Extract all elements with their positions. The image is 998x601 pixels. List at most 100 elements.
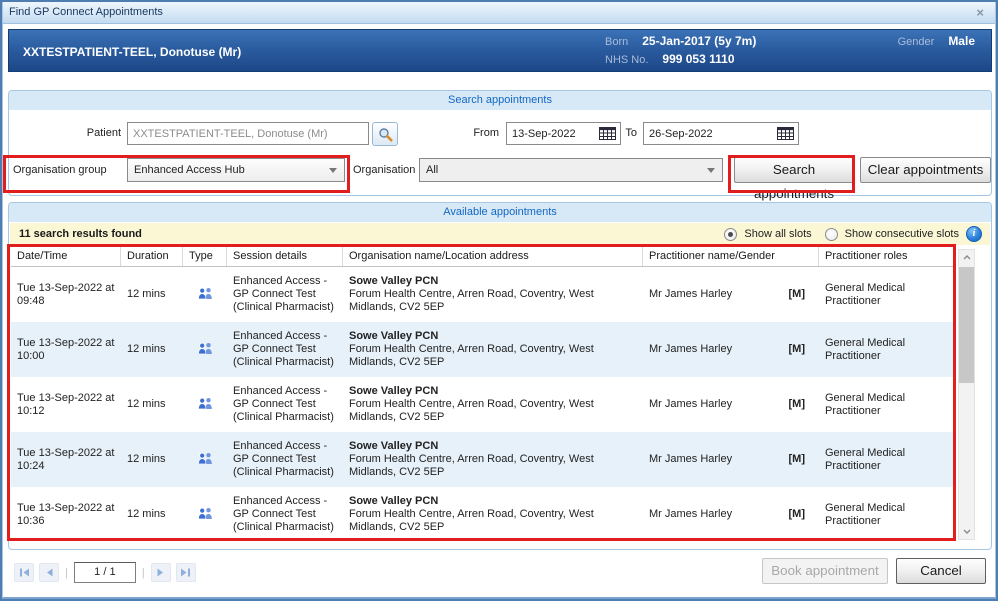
appointment-duration: 12 mins: [121, 508, 183, 521]
people-icon: [197, 287, 214, 299]
practitioner-gender: [M]: [789, 288, 814, 301]
practitioner-gender: [M]: [789, 343, 814, 356]
practitioner-name: Mr James Harley: [649, 453, 732, 466]
patient-name: XXTESTPATIENT-TEEL, Donotuse (Mr): [23, 45, 241, 59]
practitioner-gender: [M]: [789, 508, 814, 521]
page-number-box[interactable]: 1 / 1: [74, 562, 136, 583]
show-all-slots-label: Show all slots: [744, 228, 811, 240]
organisation-address: Forum Health Centre, Arren Road, Coventr…: [349, 398, 594, 423]
scroll-down-icon[interactable]: [959, 524, 974, 539]
table-header-row: Date/Time Duration Type Session details …: [11, 247, 955, 267]
from-date-value: 13-Sep-2022: [512, 128, 599, 140]
previous-page-icon: [44, 567, 55, 578]
appointment-duration: 12 mins: [121, 288, 183, 301]
practitioner-roles: General Medical Practitioner: [819, 447, 955, 473]
slot-type-cell: [183, 397, 227, 413]
organisation-group-label: Organisation group: [13, 158, 123, 182]
people-icon: [197, 397, 214, 409]
patient-input[interactable]: [127, 122, 369, 145]
born-label: Born: [605, 36, 628, 48]
last-page-icon: [180, 567, 191, 578]
session-details: Enhanced Access - GP Connect Test (Clini…: [227, 330, 343, 369]
table-row[interactable]: Tue 13-Sep-2022 at 10:24 12 mins Enhance…: [11, 432, 955, 487]
col-session-details: Session details: [227, 247, 343, 266]
dialog-find-gp-connect-appointments: Find GP Connect Appointments × XXTESTPAT…: [0, 0, 998, 601]
scrollbar-thumb[interactable]: [959, 267, 974, 383]
to-label: To: [609, 121, 637, 145]
practitioner-cell: Mr James Harley [M]: [643, 343, 819, 356]
close-icon[interactable]: ×: [976, 2, 984, 23]
to-date-field[interactable]: 26-Sep-2022: [643, 122, 799, 145]
table-row[interactable]: Tue 13-Sep-2022 at 10:36 12 mins Enhance…: [11, 487, 955, 542]
to-date-value: 26-Sep-2022: [649, 128, 777, 140]
practitioner-cell: Mr James Harley [M]: [643, 398, 819, 411]
session-details: Enhanced Access - GP Connect Test (Clini…: [227, 440, 343, 479]
patient-search-button[interactable]: [372, 122, 398, 146]
scroll-up-icon[interactable]: [959, 250, 974, 265]
show-all-slots-radio[interactable]: [724, 228, 737, 241]
from-date-field[interactable]: 13-Sep-2022: [506, 122, 621, 145]
patient-label: Patient: [9, 121, 121, 145]
appointment-datetime: Tue 13-Sep-2022 at 09:48: [11, 282, 121, 308]
practitioner-roles: General Medical Practitioner: [819, 337, 955, 363]
gender-value: Male: [948, 34, 975, 48]
col-practitioner: Practitioner name/Gender: [643, 247, 819, 266]
col-organisation: Organisation name/Location address: [343, 247, 643, 266]
slot-type-cell: [183, 342, 227, 358]
title-bar: Find GP Connect Appointments ×: [2, 2, 996, 24]
appointment-duration: 12 mins: [121, 453, 183, 466]
practitioner-roles: General Medical Practitioner: [819, 392, 955, 418]
info-icon[interactable]: i: [966, 226, 982, 242]
session-details: Enhanced Access - GP Connect Test (Clini…: [227, 385, 343, 424]
search-panel-title: Search appointments: [9, 91, 991, 110]
appointment-duration: 12 mins: [121, 398, 183, 411]
appointment-duration: 12 mins: [121, 343, 183, 356]
organisation-group-value: Enhanced Access Hub: [134, 164, 329, 176]
table-row[interactable]: Tue 13-Sep-2022 at 09:48 12 mins Enhance…: [11, 267, 955, 322]
pagination: | 1 / 1 |: [14, 562, 196, 583]
people-icon: [197, 507, 214, 519]
practitioner-cell: Mr James Harley [M]: [643, 288, 819, 301]
next-page-button[interactable]: [151, 563, 171, 582]
nhs-number-value: 999 053 1110: [662, 52, 734, 66]
organisation-cell: Sowe Valley PCN Forum Health Centre, Arr…: [343, 440, 643, 479]
practitioner-roles: General Medical Practitioner: [819, 502, 955, 528]
available-appointments-panel: Available appointments 11 search results…: [8, 202, 992, 550]
practitioner-name: Mr James Harley: [649, 398, 732, 411]
organisation-group-select[interactable]: Enhanced Access Hub: [127, 158, 345, 182]
practitioner-cell: Mr James Harley [M]: [643, 453, 819, 466]
people-icon: [197, 342, 214, 354]
organisation-cell: Sowe Valley PCN Forum Health Centre, Arr…: [343, 330, 643, 369]
slot-type-cell: [183, 287, 227, 303]
show-consecutive-slots-label: Show consecutive slots: [845, 228, 959, 240]
calendar-icon[interactable]: [777, 127, 794, 140]
results-body: Tue 13-Sep-2022 at 09:48 12 mins Enhance…: [11, 267, 955, 542]
search-appointments-button[interactable]: Search appointments: [734, 157, 854, 183]
organisation-address: Forum Health Centre, Arren Road, Coventr…: [349, 288, 594, 313]
clear-appointments-button[interactable]: Clear appointments: [860, 157, 991, 183]
window-title: Find GP Connect Appointments: [9, 6, 163, 18]
col-date-time: Date/Time: [11, 247, 121, 266]
book-appointment-button[interactable]: Book appointment: [762, 558, 888, 584]
organisation-address: Forum Health Centre, Arren Road, Coventr…: [349, 453, 594, 478]
organisation-select[interactable]: All: [419, 158, 723, 182]
show-consecutive-slots-radio[interactable]: [825, 228, 838, 241]
born-value: 25-Jan-2017 (5y 7m): [642, 34, 756, 48]
practitioner-name: Mr James Harley: [649, 343, 732, 356]
results-scrollbar[interactable]: [958, 249, 975, 540]
last-page-button[interactable]: [176, 563, 196, 582]
first-page-button[interactable]: [14, 563, 34, 582]
appointment-datetime: Tue 13-Sep-2022 at 10:36: [11, 502, 121, 528]
table-row[interactable]: Tue 13-Sep-2022 at 10:00 12 mins Enhance…: [11, 322, 955, 377]
previous-page-button[interactable]: [39, 563, 59, 582]
organisation-address: Forum Health Centre, Arren Road, Coventr…: [349, 508, 594, 533]
organisation-cell: Sowe Valley PCN Forum Health Centre, Arr…: [343, 385, 643, 424]
appointment-datetime: Tue 13-Sep-2022 at 10:12: [11, 392, 121, 418]
table-row[interactable]: Tue 13-Sep-2022 at 10:12 12 mins Enhance…: [11, 377, 955, 432]
results-count: 11 search results found: [10, 228, 142, 240]
search-appointments-panel: Search appointments Patient From 13-Sep-…: [8, 90, 992, 196]
organisation-name: Sowe Valley PCN: [349, 330, 637, 343]
organisation-value: All: [426, 164, 707, 176]
first-page-icon: [19, 567, 30, 578]
cancel-button[interactable]: Cancel: [896, 558, 986, 584]
